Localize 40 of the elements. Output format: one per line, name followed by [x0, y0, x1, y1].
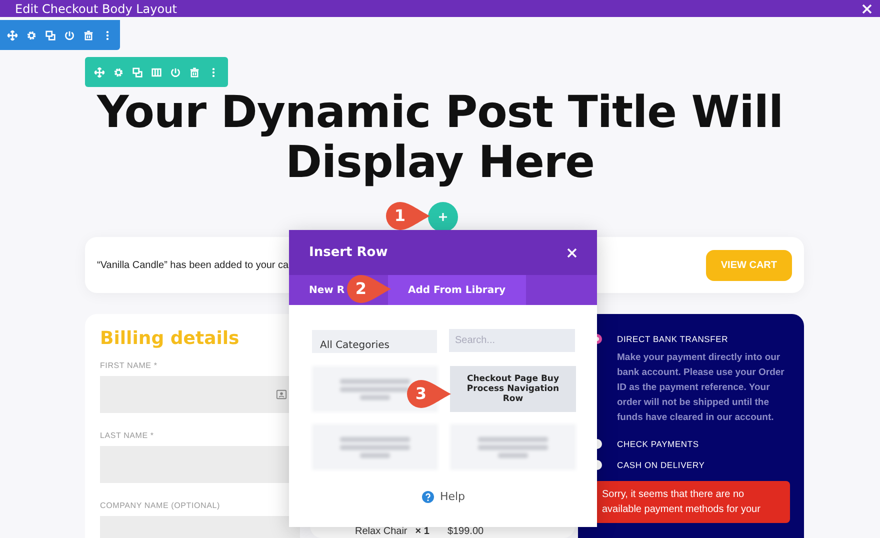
close-icon[interactable]: [567, 248, 577, 258]
field-label: LAST NAME *: [100, 431, 155, 440]
trash-icon[interactable]: [83, 30, 94, 40]
settings-icon[interactable]: [113, 66, 124, 78]
payment-description: Make your payment directly into our bank account. Please use your Order ID as the payment reference. Your order will not be shipped until the funds have cleared in our account.: [617, 351, 786, 425]
product-name: Relax Chair: [355, 527, 408, 537]
power-icon[interactable]: [64, 30, 75, 40]
duplicate-icon[interactable]: [132, 66, 143, 78]
close-icon[interactable]: [862, 4, 872, 14]
trash-icon[interactable]: [189, 66, 200, 78]
move-icon[interactable]: [7, 30, 18, 40]
payment-method-label: CHECK PAYMENTS: [617, 439, 699, 449]
field-label: FIRST NAME *: [100, 361, 158, 370]
columns-icon[interactable]: [151, 66, 162, 78]
help-icon[interactable]: [422, 490, 434, 502]
move-icon[interactable]: [94, 66, 105, 78]
product-quantity: × 1: [415, 527, 430, 537]
payment-method-label: DIRECT BANK TRANSFER: [617, 334, 728, 344]
step-callout-tooltip: 2: [346, 274, 392, 304]
notice-message: “Vanilla Candle” has been added to your ca: [97, 260, 289, 270]
contact-card-icon[interactable]: [276, 389, 287, 400]
search-field[interactable]: Search...: [449, 329, 575, 352]
layout-card[interactable]: Checkout Page Buy Process Navigation Row: [450, 366, 576, 412]
duplicate-icon[interactable]: [45, 30, 56, 40]
field-label: COMPANY NAME (OPTIONAL): [100, 501, 221, 510]
page-title: Your Dynamic Post Title Will Display Here: [96, 88, 784, 188]
settings-icon[interactable]: [26, 30, 37, 40]
help-link[interactable]: Help: [422, 490, 466, 503]
dialog-title: Insert Row: [309, 245, 388, 260]
payment-method-label: CASH ON DELIVERY: [617, 460, 705, 470]
add-row-button[interactable]: [428, 202, 458, 232]
step-callout-tooltip: 3: [406, 379, 452, 409]
dialog-tab[interactable]: Add From Library: [388, 275, 526, 305]
error-message: Sorry, it seems that there are no available payment methods for your: [594, 481, 790, 523]
billing-heading: Billing details: [100, 328, 240, 349]
power-icon[interactable]: [170, 66, 181, 78]
product-price: $199.00: [447, 527, 484, 537]
window-title: Edit Checkout Body Layout: [15, 2, 177, 16]
category-select[interactable]: All Categories: [312, 330, 437, 353]
step-callout-tooltip: 1: [385, 201, 431, 231]
